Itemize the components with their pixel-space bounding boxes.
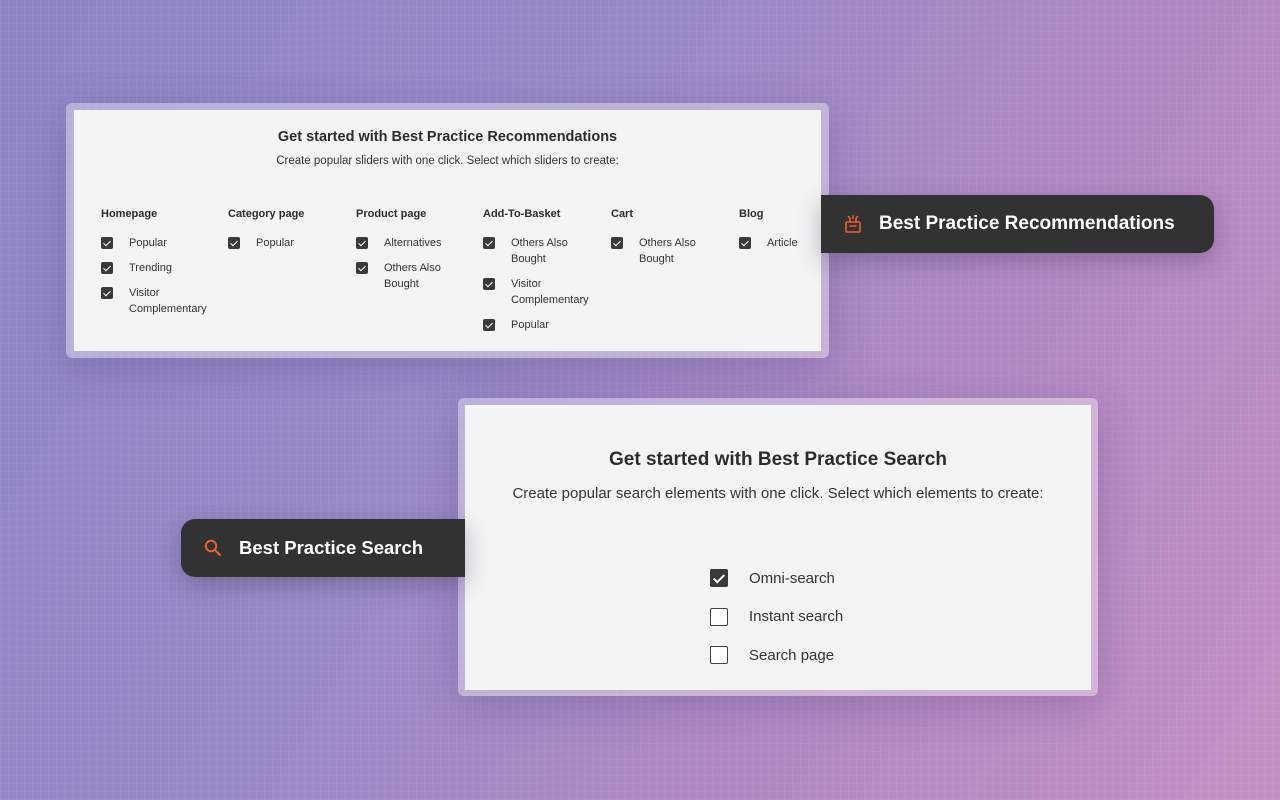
option-visitor-complementary[interactable]: Visitor Complementary [483,276,607,308]
option-others-also-bought[interactable]: Others Also Bought [356,260,480,292]
recommendations-badge: Best Practice Recommendations [821,195,1214,253]
column-add-to-basket: Add-To-Basket Others Also Bought Visitor… [483,208,607,342]
search-card: Get started with Best Practice Search Cr… [465,405,1091,690]
column-heading: Homepage [101,208,158,220]
option-label: Visitor Complementary [511,278,589,306]
checkbox[interactable] [356,237,368,249]
search-subtitle: Create popular search elements with one … [512,485,1044,502]
recommendations-badge-label: Best Practice Recommendations [879,213,1175,234]
option-label: Others Also Bought [511,237,568,265]
checkbox[interactable] [101,287,113,299]
recommendations-title: Get started with Best Practice Recommend… [277,129,618,145]
option-trending[interactable]: Trending [101,260,225,276]
option-label: Popular [511,319,549,331]
option-label: Others Also Bought [384,262,441,290]
checkbox[interactable] [228,237,240,249]
checkbox[interactable] [710,569,728,588]
option-label: Omni-search [749,569,835,587]
checkbox[interactable] [356,262,368,274]
checkbox[interactable] [101,237,113,249]
checkbox[interactable] [483,319,495,331]
column-cart: Cart Others Also Bought [611,208,735,276]
column-homepage: Homepage Popular Trending Visitor Comple… [101,208,225,326]
option-visitor-complementary[interactable]: Visitor Complementary [101,285,225,317]
checkbox[interactable] [739,237,751,249]
option-label: Alternatives [384,237,442,249]
column-heading: Add-To-Basket [483,208,561,220]
column-heading: Product page [356,208,427,220]
option-label: Trending [129,262,173,274]
search-options: Omni-search Instant search Search page [710,559,843,675]
recommendations-subtitle: Create popular sliders with one click. S… [276,155,619,167]
checkbox[interactable] [710,607,728,626]
search-badge-label: Best Practice Search [239,537,424,558]
option-label: Popular [256,237,294,249]
search-icon [203,538,223,558]
option-popular[interactable]: Popular [483,317,607,333]
search-title: Get started with Best Practice Search [609,449,947,470]
option-label: Instant search [749,608,844,626]
option-label: Popular [129,237,167,249]
option-omni-search[interactable]: Omni-search [710,559,843,598]
column-product-page: Product page Alternatives Others Also Bo… [356,208,480,301]
option-search-page[interactable]: Search page [710,636,843,675]
option-label: Search page [749,646,835,664]
option-popular[interactable]: Popular [101,235,225,251]
column-category-page: Category page Popular [228,208,352,260]
recommendations-card: Get started with Best Practice Recommend… [74,110,821,351]
option-instant-search[interactable]: Instant search [710,598,843,637]
option-others-also-bought[interactable]: Others Also Bought [611,235,735,267]
checkbox[interactable] [611,237,623,249]
option-popular[interactable]: Popular [228,235,352,251]
gift-hand-icon [843,214,863,234]
option-others-also-bought[interactable]: Others Also Bought [483,235,607,267]
option-label: Others Also Bought [639,237,696,265]
checkbox[interactable] [483,237,495,249]
option-alternatives[interactable]: Alternatives [356,235,480,251]
option-label: Visitor Complementary [129,287,207,315]
column-heading: Cart [611,208,634,220]
checkbox[interactable] [483,278,495,290]
checkbox[interactable] [710,646,728,665]
option-label: Article [767,237,798,249]
search-badge: Best Practice Search [181,519,465,577]
checkbox[interactable] [101,262,113,274]
column-heading: Category page [228,208,305,220]
